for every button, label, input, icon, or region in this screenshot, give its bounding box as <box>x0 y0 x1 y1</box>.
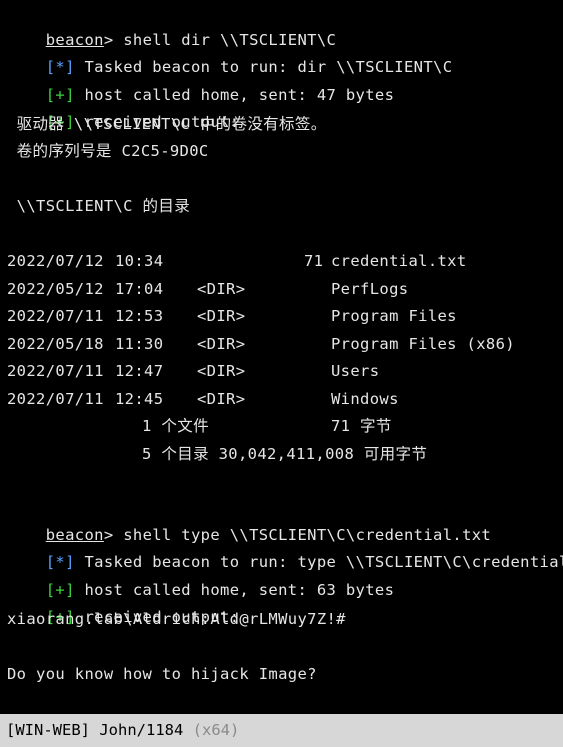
listing-row: 2022/05/12 17:04 <DIR> PerfLogs <box>7 276 557 302</box>
files-bytes: 71 字节 <box>331 417 392 435</box>
credential-output: xiaorang.lab\Aldrich:Ald@rLMWuy7Z!# <box>7 610 346 628</box>
row-date: 2022/05/12 <box>7 280 104 298</box>
row-name: Program Files <box>331 307 457 325</box>
volume-serial-line: 卷的序列号是 C2C5-9D0C <box>7 142 209 160</box>
row-type: <DIR> <box>197 390 246 408</box>
row-name: Users <box>331 362 380 380</box>
prompt-line: beacon> shell type \\TSCLIENT\C\credenti… <box>7 496 491 544</box>
row-type: <DIR> <box>197 362 246 380</box>
row-date: 2022/07/11 <box>7 362 104 380</box>
received-line: [+] received output: <box>7 578 239 626</box>
status-bar: [WIN-WEB] John/1184 (x64) <box>0 714 563 747</box>
row-name: Windows <box>331 390 399 408</box>
arch-label: (x64) <box>192 721 240 739</box>
listing-row: 2022/07/11 12:53 <DIR> Program Files <box>7 303 557 329</box>
row-type: <DIR> <box>197 280 246 298</box>
tasked-line: [*] Tasked beacon to run: dir \\TSCLIENT… <box>7 28 452 76</box>
received-line: [+] received output: <box>7 83 239 131</box>
called-home-line: [+] host called home, sent: 47 bytes <box>7 56 394 104</box>
files-count: 1 个文件 <box>142 417 209 435</box>
row-name: PerfLogs <box>331 280 409 298</box>
listing-row: 2022/07/12 10:34 71 credential.txt <box>7 248 557 274</box>
dirs-summary-line: 5 个目录 30,042,411,008 可用字节 <box>7 441 557 467</box>
called-home-line: [+] host called home, sent: 63 bytes <box>7 551 394 599</box>
row-time: 12:47 <box>115 362 164 380</box>
row-time: 10:34 <box>115 252 164 270</box>
row-size: 71 <box>304 252 324 270</box>
dirs-summary: 5 个目录 30,042,411,008 可用字节 <box>142 445 428 463</box>
row-time: 17:04 <box>115 280 164 298</box>
row-type: <DIR> <box>197 307 246 325</box>
row-time: 11:30 <box>115 335 164 353</box>
row-time: 12:45 <box>115 390 164 408</box>
volume-label-line: 驱动器 \\TSCLIENT\C 中的卷没有标签。 <box>7 115 327 133</box>
host-name: [WIN-WEB] <box>6 721 90 739</box>
files-summary-line: 1 个文件 71 字节 <box>7 413 557 439</box>
row-date: 2022/07/11 <box>7 390 104 408</box>
row-type: <DIR> <box>197 335 246 353</box>
row-name: Program Files (x86) <box>331 335 515 353</box>
row-date: 2022/07/11 <box>7 307 104 325</box>
prompt-line: beacon> shell dir \\TSCLIENT\C <box>7 1 336 49</box>
listing-row: 2022/07/11 12:47 <DIR> Users <box>7 358 557 384</box>
beacon-console[interactable]: beacon> shell dir \\TSCLIENT\C [*] Taske… <box>0 0 563 714</box>
user-pid: John/1184 <box>90 721 193 739</box>
tasked-line: [*] Tasked beacon to run: type \\TSCLIEN… <box>7 523 563 571</box>
directory-header: \\TSCLIENT\C 的目录 <box>7 197 191 215</box>
hint-output: Do you know how to hijack Image? <box>7 665 317 683</box>
row-name: credential.txt <box>331 252 467 270</box>
listing-row: 2022/05/18 11:30 <DIR> Program Files (x8… <box>7 331 557 357</box>
row-date: 2022/07/12 <box>7 252 104 270</box>
row-date: 2022/05/18 <box>7 335 104 353</box>
listing-row: 2022/07/11 12:45 <DIR> Windows <box>7 386 557 412</box>
row-time: 12:53 <box>115 307 164 325</box>
